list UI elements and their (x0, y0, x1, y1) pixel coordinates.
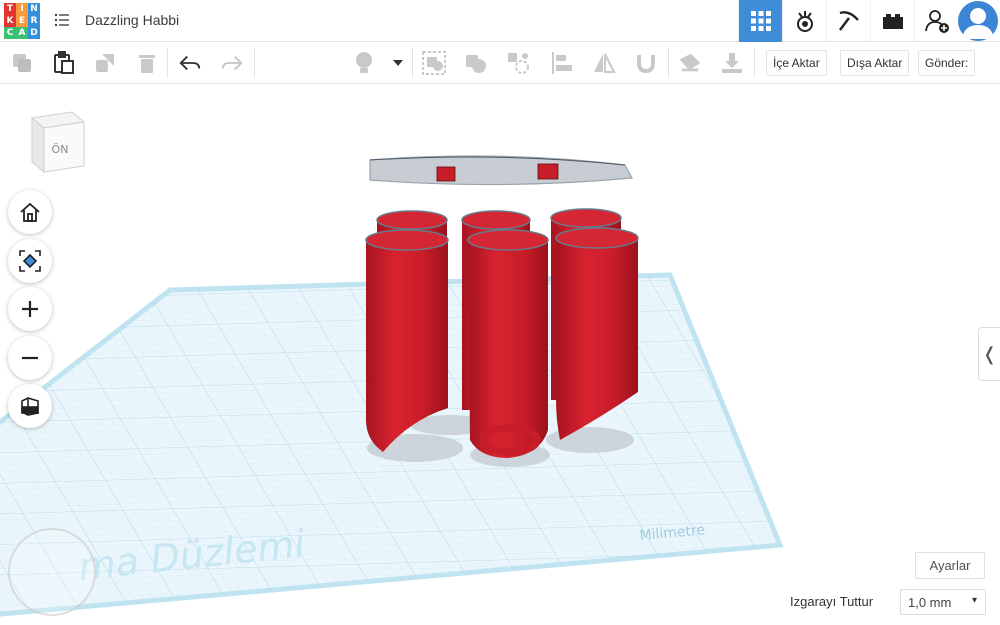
sim-lab-icon[interactable] (782, 0, 826, 42)
logo-letter: I (16, 3, 28, 15)
light-icon[interactable] (352, 51, 376, 75)
project-title[interactable]: Dazzling Habbi (85, 12, 179, 28)
ungroup-icon[interactable] (464, 51, 488, 75)
mirror-icon[interactable] (592, 51, 616, 75)
duplicate-icon[interactable] (93, 51, 117, 75)
list-icon[interactable] (54, 12, 70, 28)
snap-grid-value: 1,0 mm (908, 594, 952, 610)
logo-letter: T (4, 3, 16, 15)
logo-letter: C (4, 27, 16, 39)
zoom-out-icon[interactable] (8, 336, 52, 380)
settings-button[interactable]: Ayarlar (915, 552, 985, 579)
copy-icon[interactable] (10, 51, 34, 75)
collapse-panel-tab[interactable]: ❬ (978, 327, 1000, 381)
edit-toolbar: İçe Aktar Dışa Aktar Gönder: (0, 42, 1000, 84)
notes-icon[interactable] (678, 51, 702, 75)
home-icon[interactable] (8, 190, 52, 234)
logo-letter: D (28, 27, 40, 39)
cylinder-front-center[interactable] (467, 229, 549, 458)
align-icon[interactable] (550, 51, 574, 75)
send-button[interactable]: Gönder: (918, 50, 976, 76)
zoom-in-icon[interactable] (8, 287, 52, 331)
logo-letter: E (16, 15, 28, 27)
grid-view-icon[interactable] (738, 0, 782, 42)
top-nav (738, 0, 958, 42)
magnet-icon[interactable] (634, 51, 658, 75)
lid-shape[interactable] (369, 155, 633, 186)
delete-icon[interactable] (135, 51, 159, 75)
shape-break-icon[interactable] (506, 51, 530, 75)
undo-icon[interactable] (178, 51, 202, 75)
chevron-left-icon: ❬ (981, 343, 998, 364)
snap-grid-label: Izgarayı Tuttur (790, 594, 874, 609)
logo-letter: K (4, 15, 16, 27)
add-user-icon[interactable] (914, 0, 958, 42)
workplane-canvas[interactable]: ma Düzlemi Milimetre (0, 85, 1000, 625)
view-compass[interactable] (8, 528, 96, 616)
export-button[interactable]: Dışa Aktar (840, 50, 910, 76)
logo-letter: N (28, 3, 40, 15)
viewcube-face-label: ÖN (52, 143, 69, 156)
dropdown-icon[interactable] (388, 51, 408, 75)
tinkercad-logo[interactable]: TINKERCAD (4, 3, 40, 39)
scene-svg[interactable]: ma Düzlemi Milimetre (0, 85, 1000, 625)
user-avatar[interactable] (958, 1, 998, 41)
logo-letter: R (28, 15, 40, 27)
chevron-down-icon: ▾ (971, 595, 977, 606)
redo-icon[interactable] (220, 51, 244, 75)
view-cube[interactable]: ÖN (26, 110, 88, 176)
import-button[interactable]: İçe Aktar (766, 50, 827, 76)
group-icon[interactable] (422, 51, 446, 75)
perspective-icon[interactable] (8, 384, 52, 428)
snap-grid-select[interactable]: 1,0 mm ▾ (900, 589, 986, 615)
fit-view-icon[interactable] (8, 239, 52, 283)
top-header: TINKERCAD Dazzling Habbi (0, 0, 1000, 42)
paste-icon[interactable] (52, 51, 76, 75)
minecraft-pickaxe-icon[interactable] (826, 0, 870, 42)
bricks-icon[interactable] (870, 0, 914, 42)
import-shape-icon[interactable] (720, 51, 744, 75)
logo-letter: A (16, 27, 28, 39)
